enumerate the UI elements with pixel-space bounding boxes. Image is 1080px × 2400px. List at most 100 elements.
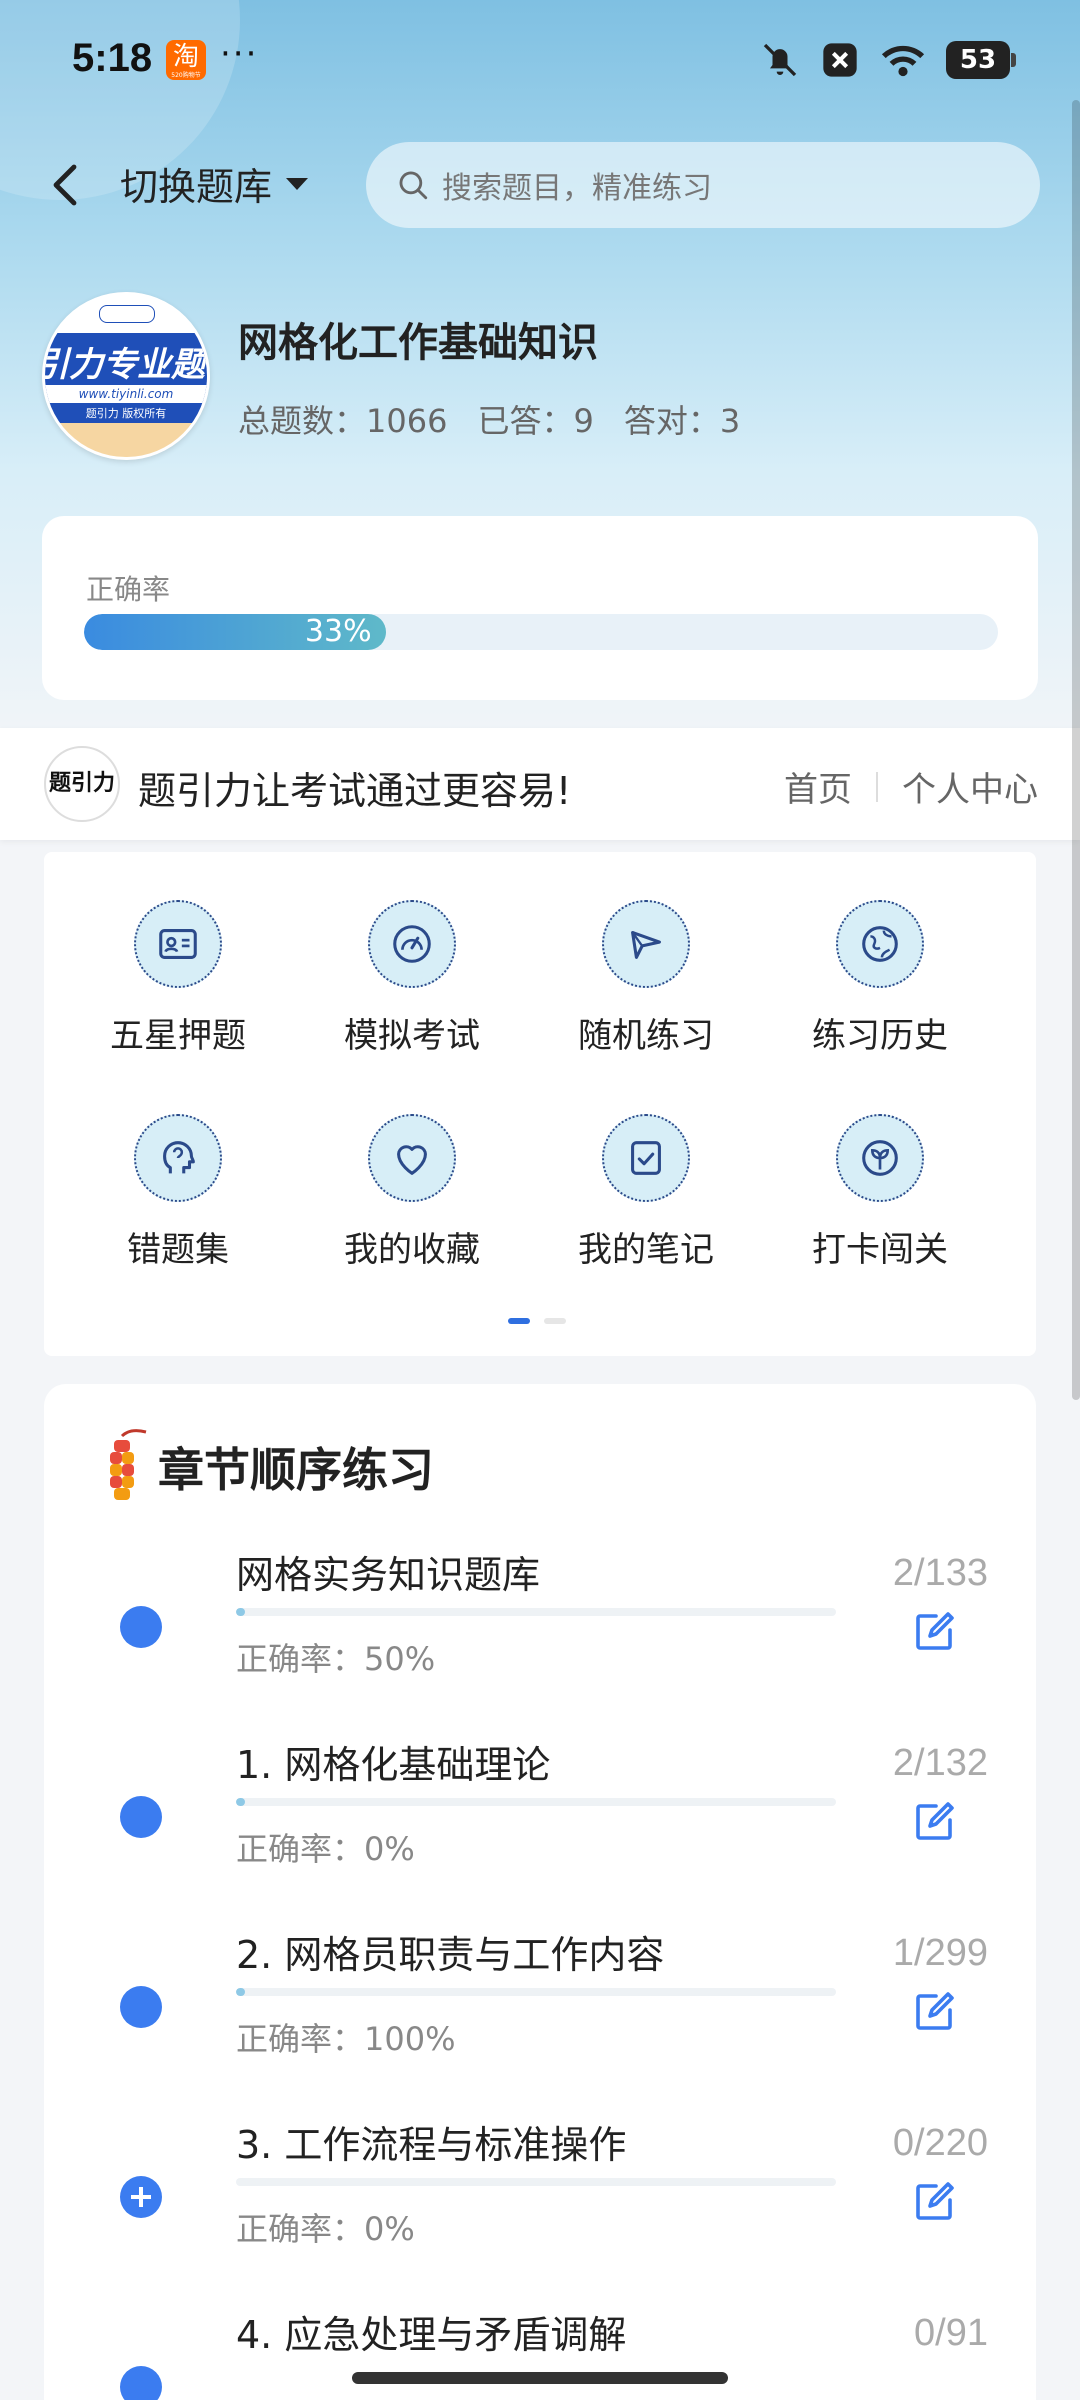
accuracy-label: 正确率: [86, 573, 171, 606]
bank-title: 网格化工作基础知识: [238, 320, 598, 366]
back-button[interactable]: [40, 158, 90, 212]
answered-count: 已答：9: [477, 402, 594, 440]
brand-logo-text: 题引力: [48, 771, 115, 796]
chapter-count: 1/299: [892, 1932, 988, 1974]
switch-bank-dropdown[interactable]: 切换题库: [120, 156, 310, 211]
status-time: 5:18: [72, 36, 153, 80]
chapter-progress-fill: [236, 1798, 245, 1806]
chapter-accuracy: 正确率：50%: [236, 1640, 436, 1678]
chapter-name: 2. 网格员职责与工作内容: [236, 1933, 665, 1977]
chapter-progress-fill: [236, 1608, 245, 1616]
nav-bar: 切换题库 搜索题目，精准练习: [0, 140, 1080, 230]
avatar-text: 引力专业题: [42, 346, 205, 384]
bank-stats: 总题数：1066 已答：9 答对：3: [238, 396, 740, 442]
brand-banner: 题引力 题引力让考试通过更容易! 首页 个人中心: [0, 728, 1080, 840]
total-count: 总题数：1066: [238, 402, 448, 440]
chapter-row[interactable]: 1. 网格化基础理论 正确率：0% 2/132: [44, 1734, 1036, 1914]
x-app-icon: [820, 40, 860, 80]
feature-random-practice[interactable]: 随机练习: [546, 900, 746, 1060]
pager-dot-active[interactable]: [508, 1318, 530, 1324]
chapter-row[interactable]: 2. 网格员职责与工作内容 正确率：100% 1/299: [44, 1924, 1036, 2104]
taobao-notification-icon: 淘 520购物节: [166, 40, 206, 80]
edit-icon[interactable]: [910, 1988, 958, 2036]
accuracy-card: 正确率 33%: [42, 516, 1038, 700]
taobao-badge-sub: 520购物节: [171, 72, 201, 79]
chapter-name: 1. 网格化基础理论: [236, 1743, 551, 1787]
status-dot-icon: [120, 1986, 162, 2028]
chapter-practice-section: 章节顺序练习 网格实务知识题库 正确率：50% 2/133 1. 网格化基础理论…: [44, 1384, 1036, 2400]
chapter-row[interactable]: 3. 工作流程与标准操作 正确率：0% 0/220: [44, 2114, 1036, 2294]
feature-pager: [508, 1318, 566, 1324]
feature-label: 我的笔记: [578, 1230, 714, 1270]
chapter-name: 3. 工作流程与标准操作: [236, 2123, 627, 2167]
edit-icon[interactable]: [910, 1608, 958, 1656]
status-dot-icon: [120, 1606, 162, 1648]
battery-icon: 53: [946, 41, 1016, 79]
chapter-row[interactable]: 网格实务知识题库 正确率：50% 2/133: [44, 1544, 1036, 1724]
feature-label: 模拟考试: [344, 1016, 480, 1056]
chevron-left-icon: [53, 164, 77, 206]
feature-label: 错题集: [127, 1230, 229, 1270]
feature-label: 打卡闯关: [812, 1230, 948, 1270]
avatar-url: www.tiyinli.com: [45, 385, 207, 403]
wifi-icon: [880, 40, 926, 80]
feature-practice-history[interactable]: 练习历史: [780, 900, 980, 1060]
sprout-icon: [836, 1114, 924, 1202]
bank-avatar: 引力专业题 www.tiyinli.com 题引力 版权所有: [42, 292, 210, 460]
correct-count: 答对：3: [623, 402, 741, 440]
home-link[interactable]: 首页: [784, 762, 852, 811]
bell-muted-icon: [760, 40, 800, 80]
chapter-count: 2/133: [892, 1552, 988, 1594]
plus-circle-icon: [120, 2176, 162, 2218]
feature-grid: 五星押题 模拟考试 随机练习 练习历史 错题集 我的收藏 我的笔记 打卡闯关: [44, 852, 1036, 1356]
home-indicator[interactable]: [352, 2372, 728, 2384]
feature-mock-exam[interactable]: 模拟考试: [312, 900, 512, 1060]
chapter-count: 2/132: [892, 1742, 988, 1784]
heart-icon: [368, 1114, 456, 1202]
search-input[interactable]: 搜索题目，精准练习: [366, 142, 1040, 228]
avatar-copyright: 题引力 版权所有: [85, 407, 167, 420]
status-bar: 5:18 淘 520购物节 ··· 53: [0, 0, 1080, 124]
chapter-progress-bar: [236, 1988, 836, 1996]
status-dot-icon: [120, 1796, 162, 1838]
chapter-progress-fill: [236, 1988, 245, 1996]
shuffle-icon: [602, 900, 690, 988]
search-icon: [399, 171, 428, 200]
id-card-icon: [134, 900, 222, 988]
chapter-row[interactable]: 4. 应急处理与矛盾调解 0/91: [44, 2304, 1036, 2400]
feature-label: 随机练习: [578, 1016, 714, 1056]
link-divider: [876, 771, 878, 802]
chapter-name: 网格实务知识题库: [236, 1553, 541, 1597]
feature-label: 我的收藏: [344, 1230, 480, 1270]
chapter-accuracy: 正确率：100%: [236, 2020, 456, 2058]
feature-label: 练习历史: [812, 1016, 948, 1056]
switch-bank-label: 切换题库: [120, 165, 273, 209]
note-check-icon: [602, 1114, 690, 1202]
feature-favorites[interactable]: 我的收藏: [312, 1114, 512, 1274]
feature-my-notes[interactable]: 我的笔记: [546, 1114, 746, 1274]
edit-icon[interactable]: [910, 1798, 958, 1846]
status-dot-icon: [120, 2366, 162, 2400]
feature-wrong-questions[interactable]: 错题集: [78, 1114, 278, 1274]
chapter-name: 4. 应急处理与矛盾调解: [236, 2313, 627, 2357]
pager-dot[interactable]: [544, 1318, 566, 1324]
feature-checkin-challenge[interactable]: 打卡闯关: [780, 1114, 980, 1274]
chapter-progress-bar: [236, 1608, 836, 1616]
brand-logo: 题引力: [44, 746, 120, 822]
chapter-progress-bar: [236, 1798, 836, 1806]
brain-head-icon: [134, 1114, 222, 1202]
chapter-accuracy: 正确率：0%: [236, 2210, 415, 2248]
accuracy-progress-bar: 33%: [84, 614, 998, 650]
feature-label: 五星押题: [110, 1016, 246, 1056]
search-placeholder: 搜索题目，精准练习: [442, 171, 712, 206]
chapter-count: 0/91: [914, 2312, 988, 2354]
chapter-progress-bar: [236, 2178, 836, 2186]
globe-icon: [836, 900, 924, 988]
edit-icon[interactable]: [910, 2178, 958, 2226]
scrollbar[interactable]: [1072, 100, 1080, 1400]
feature-five-star-prediction[interactable]: 五星押题: [78, 900, 278, 1060]
accuracy-progress-fill: 33%: [84, 614, 386, 650]
profile-link[interactable]: 个人中心: [902, 762, 1038, 811]
firecracker-icon: [110, 1429, 147, 1500]
caret-down-icon: [286, 177, 309, 190]
